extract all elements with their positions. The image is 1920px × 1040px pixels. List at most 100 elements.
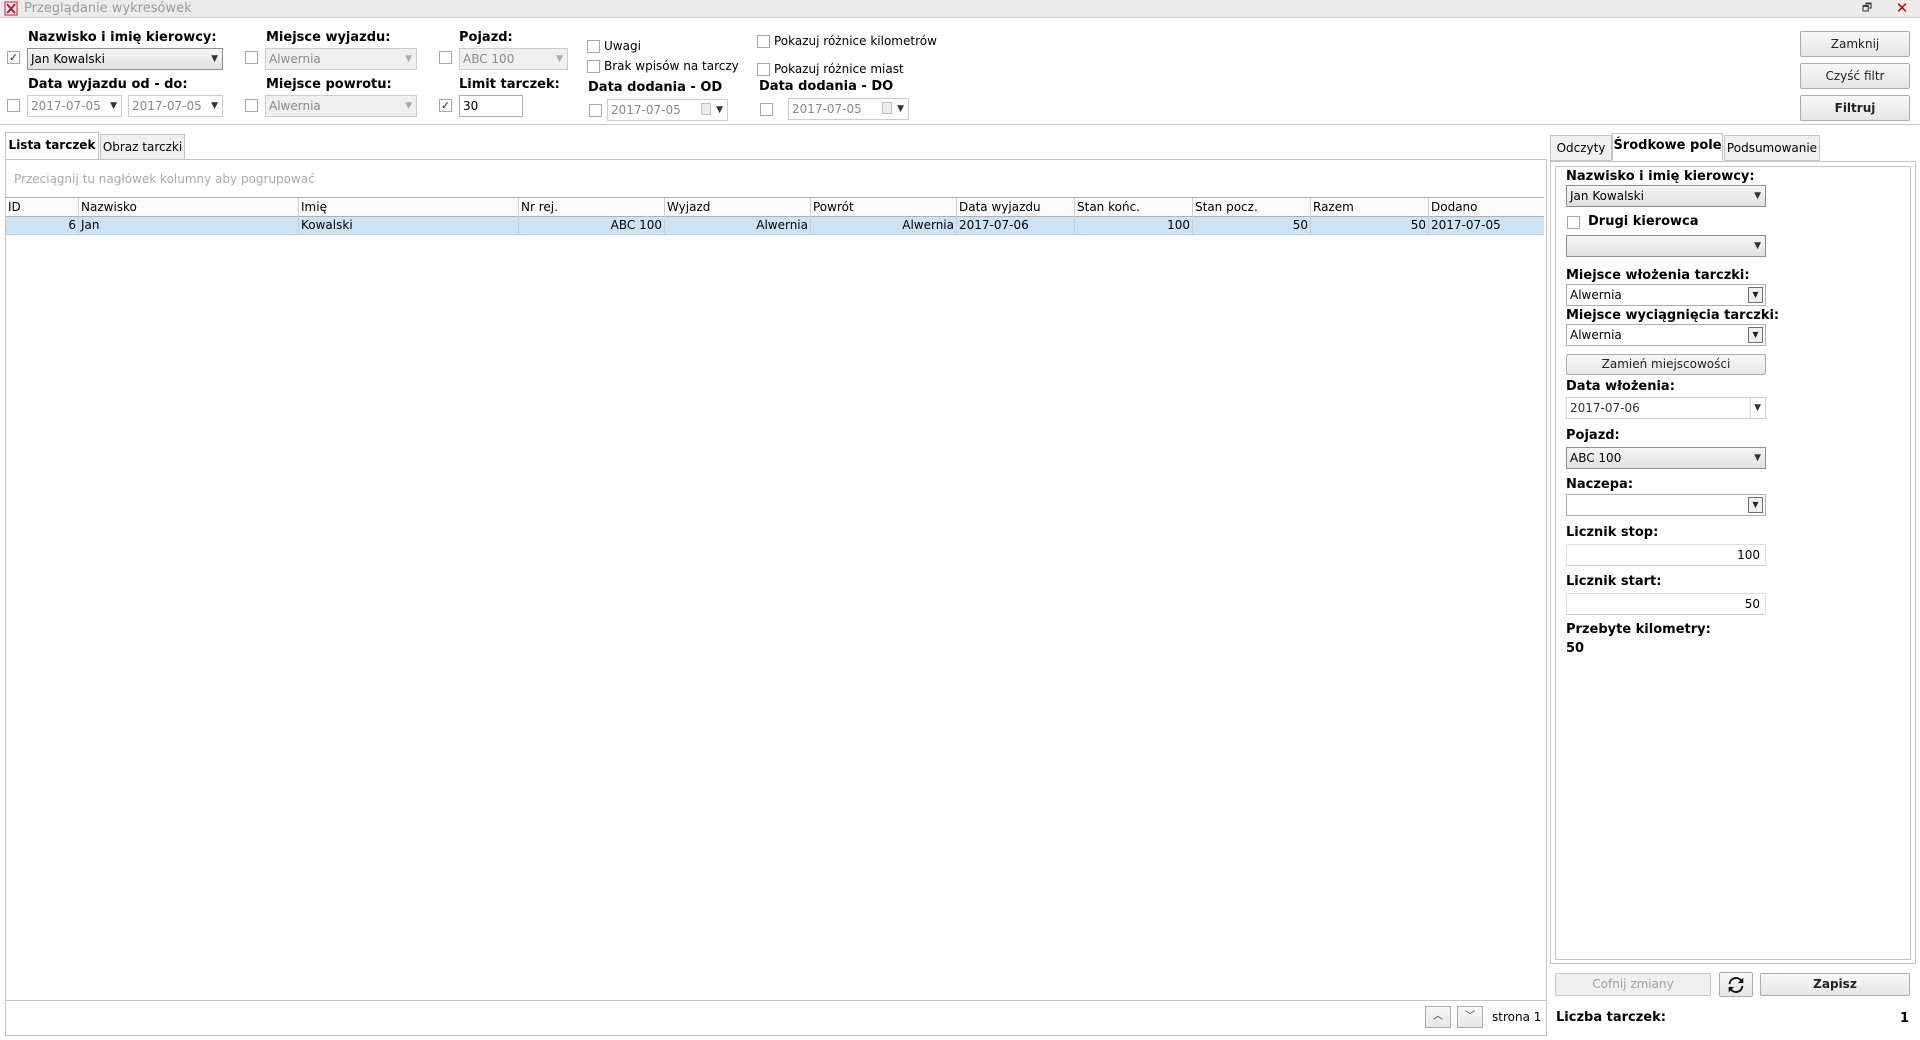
tab-disc-image[interactable]: Obraz tarczki [100,134,185,160]
chevron-down-icon[interactable]: ▼ [1750,398,1761,418]
limit-checkbox[interactable]: ✓ [439,99,452,112]
swap-places-button[interactable]: Zamień miejscowości [1566,354,1766,375]
remarks-label: Uwagi [604,39,641,53]
counter-start-label: Licznik start: [1566,574,1662,589]
detail-driver-select[interactable]: Jan Kowalski ▼ [1566,185,1766,207]
remove-place-select[interactable]: Alwernia ▼ [1566,324,1766,346]
clear-filter-button[interactable]: Czyść filtr [1800,63,1910,89]
column-header-stan-konc[interactable]: Stan końc. [1075,198,1193,217]
page-up-button[interactable]: ︿ [1425,1006,1451,1028]
page-down-button[interactable]: ﹀ [1457,1006,1483,1028]
tab-summary[interactable]: Podsumowanie [1724,135,1820,161]
date-to-value: 2017-07-05 [132,99,202,113]
chevron-down-icon[interactable]: ▼ [1748,327,1763,343]
grid-footer-divider [5,1000,1547,1001]
close-window-icon[interactable]: ✕ [1894,0,1910,16]
chevron-down-icon: ▼ [897,104,904,114]
vehicle-filter-select[interactable]: ABC 100 ▼ [459,48,568,70]
cell-dodano[interactable]: 2017-07-05 [1429,217,1544,235]
cell-razem[interactable]: 50 [1311,217,1429,235]
show-city-diff-checkbox[interactable] [757,63,770,76]
column-header-data-wyjazdu[interactable]: Data wyjazdu [957,198,1075,217]
insert-date-field[interactable]: 2017-07-06 ▼ [1566,397,1766,419]
save-button[interactable]: Zapisz [1760,973,1910,996]
cell-id[interactable]: 6 [6,217,79,235]
tab-readings[interactable]: Odczyty [1550,135,1612,161]
cell-nr-rej[interactable]: ABC 100 [519,217,665,235]
driver-filter-checkbox[interactable]: ✓ [7,51,20,64]
chevron-down-icon[interactable]: ▼ [1748,287,1763,303]
trailer-label: Naczepa: [1566,477,1634,492]
show-km-diff-checkbox[interactable] [757,35,770,48]
return-place-label: Miejsce powrotu: [266,77,392,92]
column-header-nr-rej[interactable]: Nr rej. [519,198,665,217]
departure-place-select[interactable]: Alwernia ▼ [265,48,417,70]
chevron-down-icon[interactable]: ▼ [1748,497,1763,513]
restore-window-icon[interactable]: 🗗 [1860,0,1874,16]
chevron-up-icon: ︿ [1433,1011,1443,1022]
undo-changes-button[interactable]: Cofnij zmiany [1555,973,1711,996]
vehicle-filter-label: Pojazd: [459,30,513,45]
detail-driver-label: Nazwisko i imię kierowcy: [1566,169,1755,184]
date-added-from-label: Data dodania - OD [588,80,723,95]
date-added-from-checkbox[interactable] [589,104,602,117]
km-traveled-value: 50 [1566,641,1585,656]
insert-date-label: Data włożenia: [1566,379,1675,394]
cell-stan-konc[interactable]: 100 [1075,217,1193,235]
counter-start-input[interactable]: 50 [1566,593,1766,615]
km-traveled-label: Przebyte kilometry: [1566,622,1711,637]
table-row[interactable]: 6 Jan Kowalski ABC 100 Alwernia Alwernia… [6,217,1544,235]
date-added-from-field[interactable]: 2017-07-05 ▼ [607,99,728,121]
driver-filter-select[interactable]: Jan Kowalski ▼ [27,48,223,70]
column-header-nazwisko[interactable]: Nazwisko [79,198,299,217]
close-button[interactable]: Zamknij [1800,31,1910,57]
cell-stan-pocz[interactable]: 50 [1193,217,1311,235]
second-driver-checkbox[interactable] [1567,216,1580,229]
tab-disc-list[interactable]: Lista tarczek [5,132,99,160]
trailer-select[interactable]: ▼ [1566,494,1766,516]
date-added-to-field[interactable]: 2017-07-05 ▼ [788,98,909,120]
column-header-id[interactable]: ID [6,198,79,217]
group-by-hint[interactable]: Przeciągnij tu nagłówek kolumny aby pogr… [14,172,315,186]
counter-stop-input[interactable]: 100 [1566,544,1766,566]
page-indicator: strona 1 [1492,1010,1542,1024]
counter-stop-label: Licznik stop: [1566,525,1659,540]
date-to-field[interactable]: 2017-07-05 ▼ [128,95,223,117]
no-entries-checkbox[interactable] [587,60,600,73]
return-place-checkbox[interactable] [245,99,258,112]
cell-powrot[interactable]: Alwernia [811,217,957,235]
limit-input[interactable]: 30 [459,95,523,117]
column-header-wyjazd[interactable]: Wyjazd [665,198,811,217]
return-place-value: Alwernia [269,99,321,113]
refresh-button[interactable] [1719,972,1753,997]
departure-place-checkbox[interactable] [245,51,258,64]
driver-filter-label: Nazwisko i imię kierowcy: [28,30,217,45]
remarks-checkbox[interactable] [587,40,600,53]
remove-place-label: Miejsce wyciągnięcia tarczki: [1566,308,1780,323]
chevron-down-icon: ▼ [211,101,218,111]
date-added-to-value: 2017-07-05 [792,102,862,116]
date-from-field[interactable]: 2017-07-05 ▼ [27,95,122,117]
column-header-powrot[interactable]: Powrót [811,198,957,217]
second-driver-select[interactable]: ▼ [1566,235,1766,257]
cell-imie[interactable]: Kowalski [299,217,519,235]
column-header-razem[interactable]: Razem [1311,198,1429,217]
vehicle-filter-value: ABC 100 [463,52,515,66]
cell-nazwisko[interactable]: Jan [79,217,299,235]
detail-vehicle-label: Pojazd: [1566,428,1620,443]
detail-vehicle-value: ABC 100 [1570,451,1622,465]
date-added-to-checkbox[interactable] [760,103,773,116]
return-place-select[interactable]: Alwernia ▼ [265,95,417,117]
insert-place-select[interactable]: Alwernia ▼ [1566,284,1766,306]
column-header-stan-pocz[interactable]: Stan pocz. [1193,198,1311,217]
date-range-checkbox[interactable] [7,99,20,112]
column-header-dodano[interactable]: Dodano [1429,198,1544,217]
cell-wyjazd[interactable]: Alwernia [665,217,811,235]
column-header-imie[interactable]: Imię [299,198,519,217]
detail-vehicle-select[interactable]: ABC 100 ▼ [1566,447,1766,469]
chevron-down-icon: ▼ [556,54,563,64]
tab-middle-field[interactable]: Środkowe pole [1612,133,1723,161]
vehicle-filter-checkbox[interactable] [439,51,452,64]
cell-data-wyjazdu[interactable]: 2017-07-06 [957,217,1075,235]
filter-button[interactable]: Filtruj [1800,95,1910,121]
